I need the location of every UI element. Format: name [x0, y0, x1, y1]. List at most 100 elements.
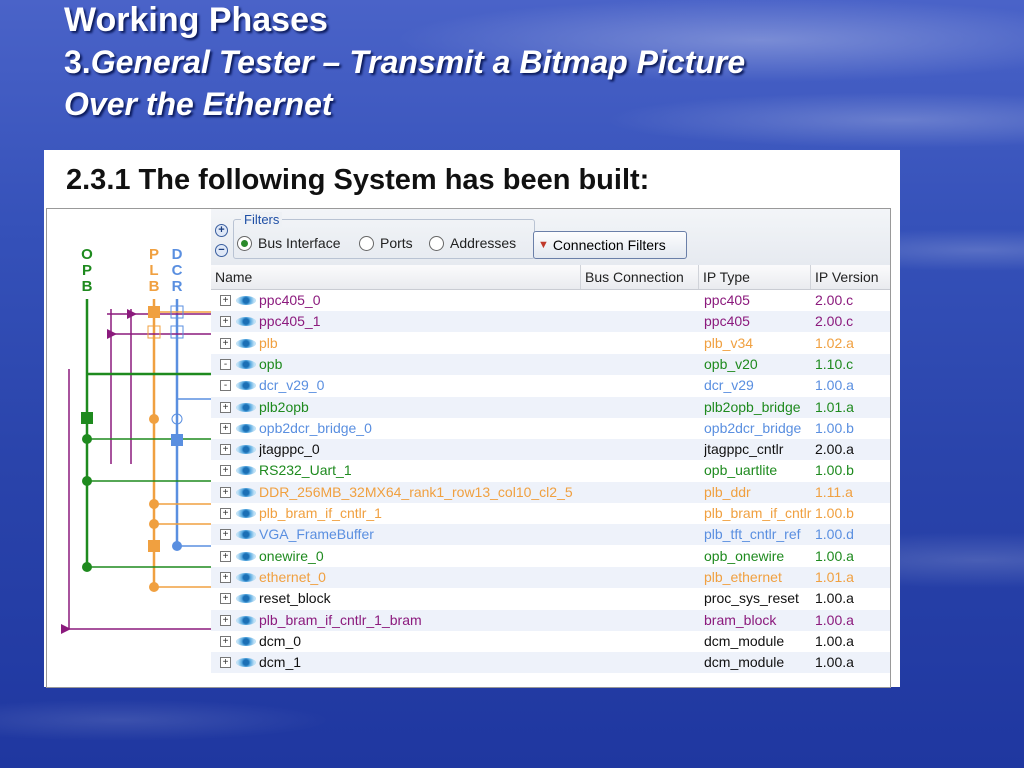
radio-icon[interactable]: [359, 235, 374, 251]
ip-version: 1.00.a: [815, 654, 854, 671]
table-row[interactable]: + plb_bram_if_cntlr_1 plb_bram_if_cntlr 1.0…: [211, 503, 890, 524]
ip-version: 1.00.b: [815, 505, 854, 521]
filters-legend: Filters: [241, 212, 283, 227]
instance-name: dcm_1: [259, 654, 302, 671]
ip-type: plb_tft_cntlr_ref: [704, 526, 801, 543]
ip-version: 2.00.c: [815, 313, 854, 330]
ip-type: ppc405: [704, 292, 750, 308]
expand-icon[interactable]: +: [220, 529, 231, 541]
radio-icon[interactable]: [429, 235, 444, 251]
instance-name: reset_block: [259, 590, 331, 607]
ip-version: 1.01.a: [815, 568, 854, 585]
table-row[interactable]: + onewire_0 opb_onewire 1.00.a: [211, 546, 890, 567]
ip-version: 1.00.a: [815, 377, 854, 394]
expand-icon[interactable]: +: [220, 465, 231, 477]
ip-type: opb_v20: [704, 355, 758, 372]
instance-name: jtagppc_0: [259, 441, 320, 458]
ip-instance-icon: [236, 530, 256, 540]
ip-version: 1.00.b: [815, 419, 854, 436]
ip-type: ppc405: [704, 313, 750, 330]
ip-instance-icon: [236, 381, 256, 391]
table-row[interactable]: + RS232_Uart_1 opb_uartlite 1.00.b: [211, 460, 890, 481]
ip-type: dcr_v29: [704, 377, 754, 394]
system-assembly-view: OPB PLB DCR + − Filters Bus Interface Po…: [46, 208, 891, 688]
expand-icon[interactable]: +: [220, 422, 231, 434]
col-header-ip-version[interactable]: IP Version: [811, 265, 890, 289]
ip-version: 1.10.c: [815, 355, 854, 372]
radio-selected-icon[interactable]: [237, 235, 252, 251]
ip-instance-icon: [236, 338, 256, 348]
table-row[interactable]: + reset_block proc_sys_reset 1.00.a: [211, 588, 890, 609]
expand-all-icon[interactable]: +: [215, 224, 228, 237]
ip-version: 1.00.a: [815, 590, 854, 607]
expand-icon[interactable]: +: [220, 593, 231, 605]
slide-title: Working Phases 3.General Tester – Transm…: [64, 0, 745, 124]
title-text: General Tester – Transmit a Bitmap Pictu…: [90, 44, 746, 80]
table-row[interactable]: + ppc405_0 ppc405 2.00.c: [211, 290, 890, 311]
table-row[interactable]: - opb opb_v20 1.10.c: [211, 353, 890, 375]
table-row[interactable]: + jtagppc_0 jtagppc_cntlr 2.00.a: [211, 439, 890, 461]
instance-name: dcm_0: [259, 632, 302, 649]
ip-version: 1.00.d: [815, 526, 854, 543]
ip-instance-icon: [236, 445, 256, 455]
content-panel: 2.3.1 The following System has been buil…: [44, 150, 900, 688]
collapse-icon[interactable]: -: [220, 358, 231, 370]
expand-icon[interactable]: +: [220, 635, 231, 647]
table-row[interactable]: + ethernet_0 plb_ethernet 1.01.a: [211, 566, 890, 588]
col-header-name[interactable]: Name: [211, 265, 581, 289]
instance-name: ethernet_0: [259, 568, 326, 585]
ip-instance-icon: [236, 636, 256, 646]
ip-instance-icon: [236, 359, 256, 369]
instance-name: dcr_v29_0: [259, 377, 325, 394]
expand-icon[interactable]: +: [220, 614, 231, 626]
table-header: Name Bus Connection IP Type IP Version: [211, 265, 890, 290]
ip-version: 1.11.a: [815, 483, 853, 500]
ip-version: 2.00.c: [815, 292, 854, 308]
ip-instance-icon: [236, 572, 256, 582]
table-row[interactable]: + DDR_256MB_32MX64_rank1_row13_col10_cl2_…: [211, 481, 890, 503]
title-line-2: 3.General Tester – Transmit a Bitmap Pic…: [64, 40, 745, 84]
table-row[interactable]: + dcm_1 dcm_module 1.00.a: [211, 652, 890, 674]
instance-name: RS232_Uart_1: [259, 462, 352, 479]
table-row[interactable]: + plb_bram_if_cntlr_1_bram bram_block 1.00.…: [211, 609, 890, 631]
expand-icon[interactable]: +: [220, 337, 231, 349]
table-row[interactable]: + opb2dcr_bridge_0 opb2dcr_bridge 1.00.b: [211, 418, 890, 439]
table-row[interactable]: - dcr_v29_0 dcr_v29 1.00.a: [211, 375, 890, 396]
connection-filters-button[interactable]: ▼ Connection Filters: [533, 231, 687, 259]
ip-type: jtagppc_cntlr: [704, 441, 784, 458]
table-row[interactable]: + plb plb_v34 1.02.a: [211, 333, 890, 354]
expand-icon[interactable]: +: [220, 444, 231, 456]
title-line-1: Working Phases: [64, 1, 328, 39]
instance-name: plb: [259, 334, 278, 351]
collapse-all-icon[interactable]: −: [215, 244, 228, 257]
expand-icon[interactable]: +: [220, 657, 231, 669]
ip-instance-icon: [236, 402, 256, 412]
expand-icon[interactable]: +: [220, 571, 231, 583]
col-header-ip-type[interactable]: IP Type: [699, 265, 811, 289]
expand-icon[interactable]: +: [220, 295, 231, 306]
ip-instance-icon: [236, 658, 256, 668]
radio-bus-interface-label: Bus Interface: [258, 235, 341, 251]
expand-icon[interactable]: +: [220, 508, 231, 519]
title-line-3: Over the Ethernet: [64, 86, 333, 122]
radio-ports[interactable]: Ports: [359, 235, 413, 251]
expand-icon[interactable]: +: [220, 401, 231, 413]
radio-ports-label: Ports: [380, 235, 413, 251]
col-header-bus-connection[interactable]: Bus Connection: [581, 265, 699, 289]
radio-addresses[interactable]: Addresses: [429, 235, 516, 251]
ip-version: 1.00.a: [815, 547, 854, 564]
ip-type: plb_ethernet: [704, 568, 782, 585]
collapse-icon[interactable]: -: [220, 380, 231, 392]
expand-icon[interactable]: +: [220, 550, 231, 562]
table-row[interactable]: + plb2opb plb2opb_bridge 1.01.a: [211, 396, 890, 418]
connection-filters-label: Connection Filters: [552, 237, 666, 253]
table-row[interactable]: + ppc405_1 ppc405 2.00.c: [211, 311, 890, 333]
expand-icon[interactable]: +: [220, 316, 231, 328]
title-number: 3.: [64, 44, 91, 80]
table-row[interactable]: + dcm_0 dcm_module 1.00.a: [211, 631, 890, 652]
instance-name: opb2dcr_bridge_0: [259, 419, 372, 436]
table-row[interactable]: + VGA_FrameBuffer plb_tft_cntlr_ref 1.00.d: [211, 524, 890, 546]
filters-toolbar: + − Filters Bus Interface Ports Addresse…: [211, 209, 890, 266]
radio-bus-interface[interactable]: Bus Interface: [237, 235, 341, 251]
expand-icon[interactable]: +: [220, 486, 231, 498]
